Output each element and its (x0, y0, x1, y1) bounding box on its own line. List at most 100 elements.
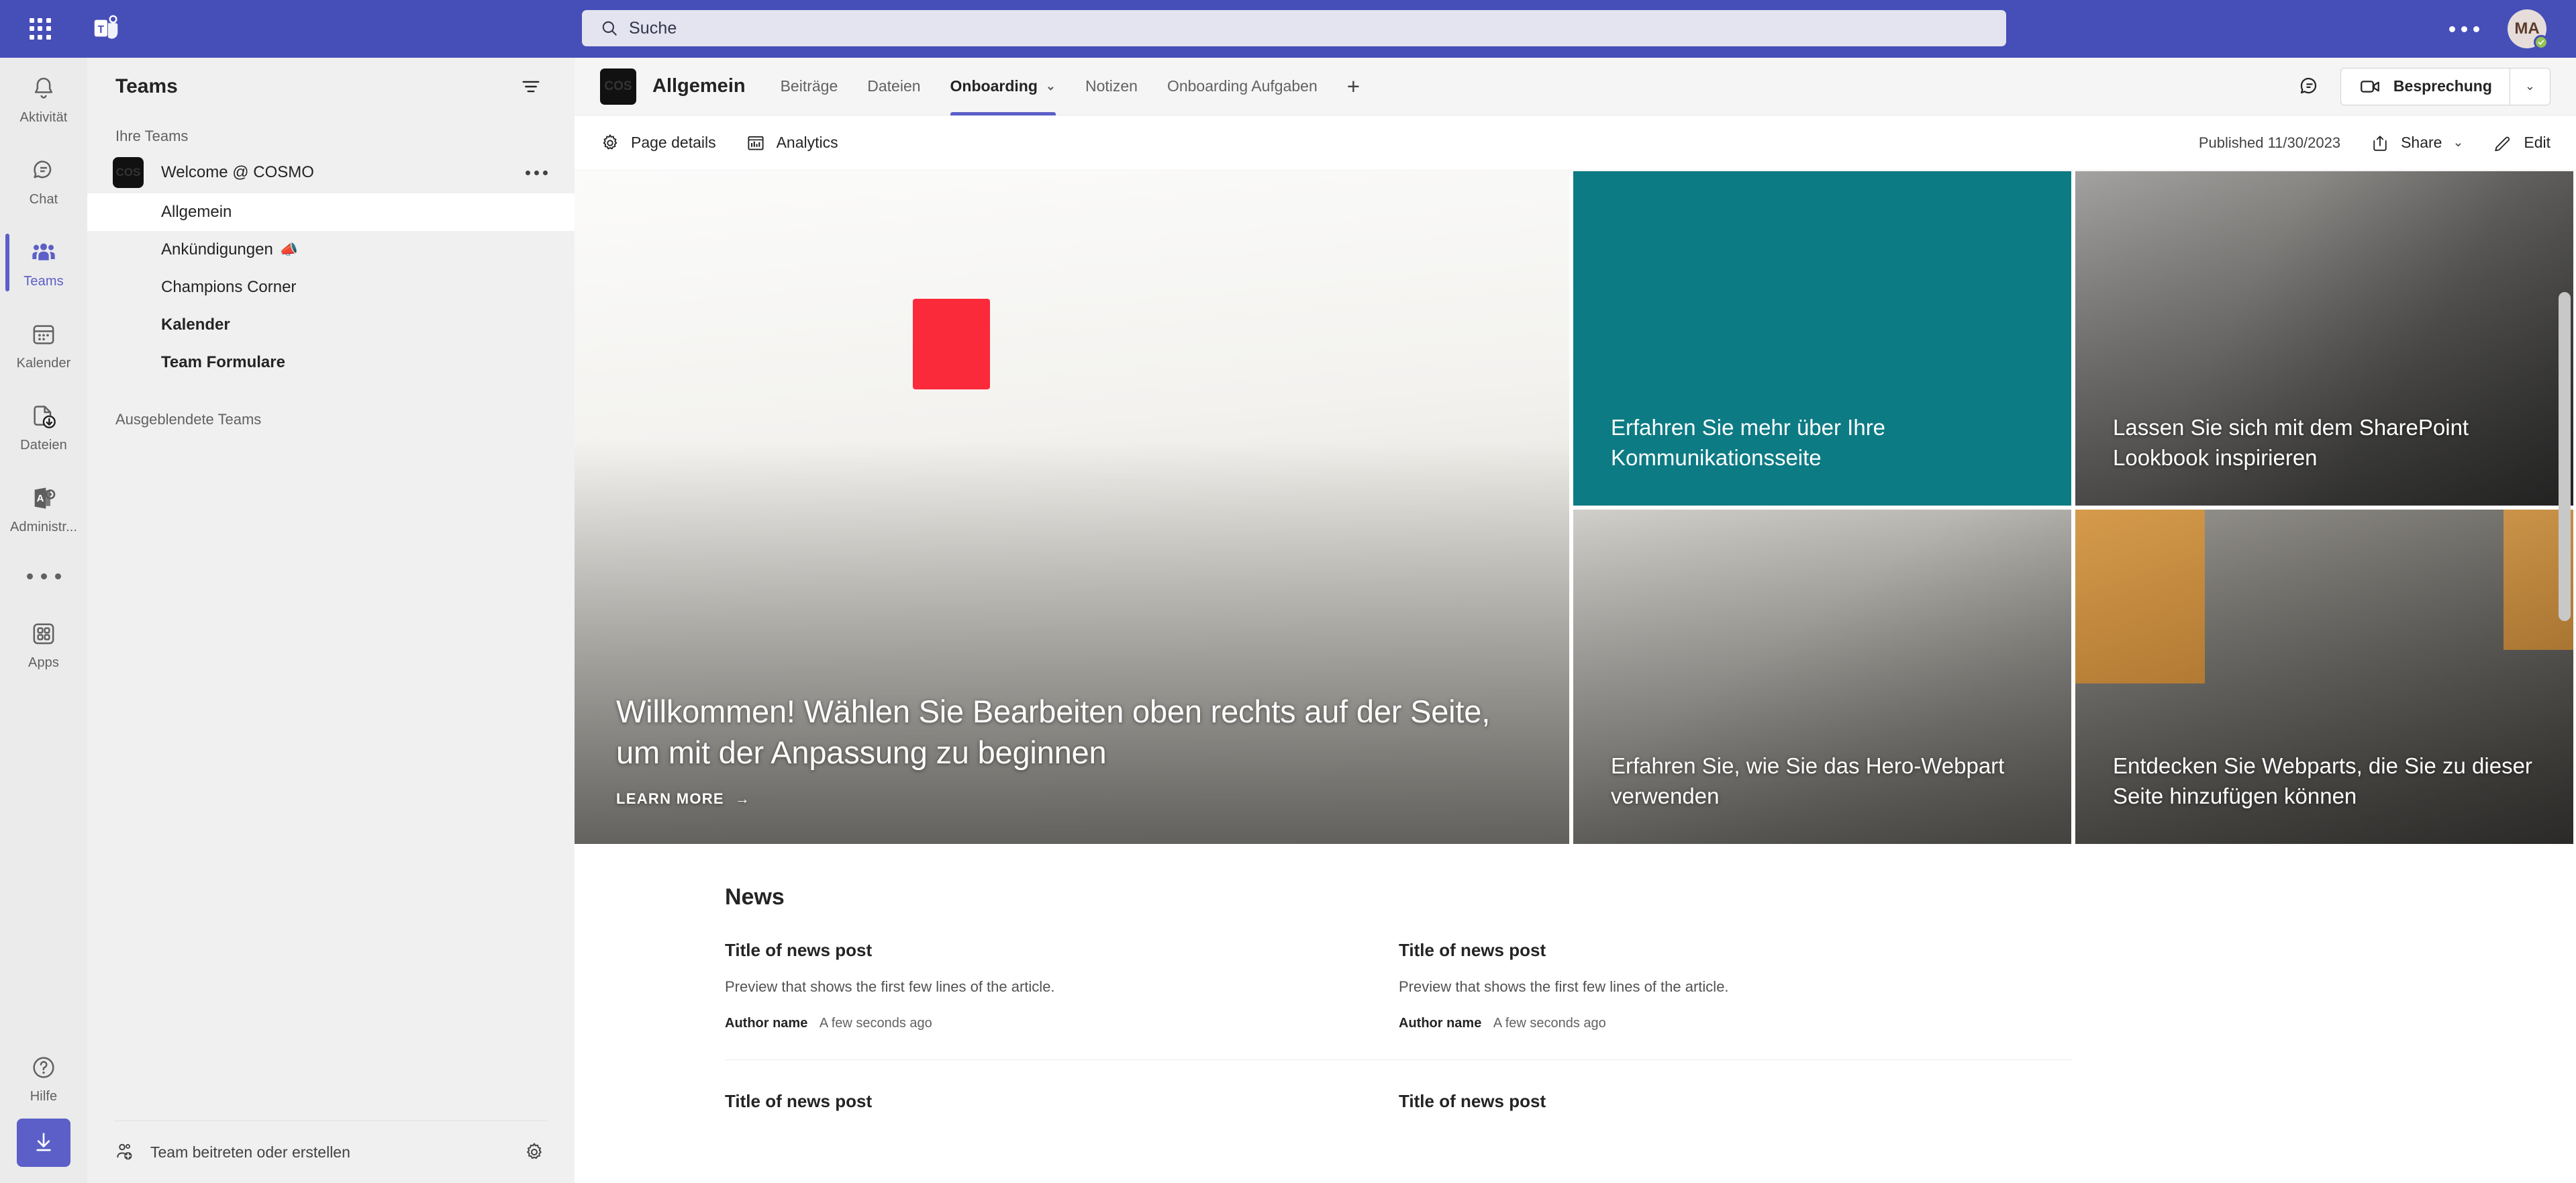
channel-title: Allgemein (652, 75, 746, 97)
download-arrow-icon[interactable] (17, 1119, 70, 1167)
channel-header: COS Allgemein Beiträge Dateien Onboardin… (575, 58, 2576, 115)
command-bar-right: Published 11/30/2023 Share ⌄ Edit (2199, 133, 2550, 153)
sidebar-item-apps[interactable]: Apps (0, 603, 87, 685)
hero-main-text: Willkommen! Wählen Sie Bearbeiten oben r… (575, 691, 1569, 844)
hero-tile-hero-webpart[interactable]: Erfahren Sie, wie Sie das Hero-Webpart v… (1573, 510, 2071, 844)
team-row[interactable]: COS Welcome @ COSMO (87, 152, 575, 193)
page-canvas: Willkommen! Wählen Sie Bearbeiten oben r… (575, 171, 2576, 1183)
more-apps-icon[interactable] (0, 549, 87, 603)
sidebar-channel-ankuendigungen[interactable]: Ankündigungen 📣 (87, 231, 575, 269)
conversation-icon[interactable] (2297, 75, 2322, 99)
bell-icon (28, 73, 60, 105)
meeting-button-chevron-down-icon[interactable]: ⌄ (2510, 68, 2550, 105)
hero-tile-webparts[interactable]: Entdecken Sie Webparts, die Sie zu diese… (2075, 510, 2573, 844)
app-launcher-icon[interactable] (26, 14, 55, 44)
news-grid: Title of news post Preview that shows th… (725, 940, 2576, 1060)
gear-icon[interactable] (524, 1141, 545, 1163)
sidebar-channel-team-formulare[interactable]: Team Formulare (87, 344, 575, 381)
news-timestamp: A few seconds ago (1493, 1016, 1606, 1031)
tab-beitraege[interactable]: Beiträge (766, 58, 853, 115)
analytics-label: Analytics (776, 134, 838, 151)
channel-label: Kalender (161, 316, 230, 334)
search-input[interactable]: Suche (582, 10, 2006, 46)
sidebar-item-chat[interactable]: Chat (0, 140, 87, 222)
tab-bar: Beiträge Dateien Onboarding ⌄ Notizen On… (766, 58, 1375, 115)
news-title: Title of news post (1399, 1091, 1546, 1111)
analytics-chart-icon (748, 136, 764, 150)
meeting-button[interactable]: Besprechung ⌄ (2340, 67, 2550, 105)
tab-label: Onboarding (950, 77, 1038, 95)
gear-icon (603, 134, 617, 149)
teams-logo-icon[interactable]: T (91, 13, 121, 44)
news-title: Title of news post (725, 1091, 873, 1111)
more-options-icon[interactable] (2444, 21, 2485, 38)
hero-tile-text: Entdecken Sie Webparts, die Sie zu diese… (2075, 751, 2573, 844)
channel-label: Allgemein (161, 203, 232, 221)
share-button[interactable]: Share ⌄ (2370, 133, 2463, 153)
sidebar-item-aktivitaet[interactable]: Aktivität (0, 58, 87, 140)
files-download-icon (28, 400, 60, 432)
tab-dateien[interactable]: Dateien (852, 58, 935, 115)
sidebar-item-label: Apps (28, 655, 59, 670)
meeting-button-main[interactable]: Besprechung (2341, 68, 2510, 105)
learn-more-link[interactable]: LEARN MORE → (616, 790, 750, 808)
vertical-scrollbar[interactable] (2559, 292, 2571, 621)
sidebar-channel-allgemein[interactable]: Allgemein (87, 193, 575, 231)
news-heading: News (725, 884, 785, 910)
avatar[interactable]: MA (2508, 9, 2548, 50)
filter-icon[interactable] (519, 75, 542, 98)
channel-label: Ankündigungen (161, 240, 273, 258)
hero-tile-title: Erfahren Sie mehr über Ihre Kommunikatio… (1611, 414, 1886, 471)
sidebar-item-hilfe[interactable]: Hilfe (0, 1037, 87, 1119)
news-title: Title of news post (725, 940, 873, 960)
search-container[interactable]: Suche (582, 10, 2006, 46)
join-or-create-team-button[interactable]: Team beitreten oder erstellen (114, 1141, 350, 1163)
chat-icon (28, 154, 60, 187)
analytics-button[interactable]: Analytics (746, 133, 838, 153)
share-chevron-down-icon[interactable]: ⌄ (2453, 135, 2463, 150)
sidebar-channel-champions-corner[interactable]: Champions Corner (87, 269, 575, 306)
sidebar-item-label: Chat (29, 191, 58, 207)
page-details-button[interactable]: Page details (600, 133, 716, 153)
tab-notizen[interactable]: Notizen (1071, 58, 1152, 115)
sidebar-item-dateien[interactable]: Dateien (0, 385, 87, 467)
apps-grid-icon (28, 618, 60, 650)
sidebar-item-label: Administr... (9, 519, 78, 534)
team-more-options-icon[interactable] (526, 170, 548, 175)
sidebar-item-teams[interactable]: Teams (0, 222, 87, 303)
arrow-right-icon: → (734, 790, 751, 807)
meeting-button-label: Besprechung (2393, 77, 2492, 95)
edit-button[interactable]: Edit (2493, 133, 2550, 153)
channel-label: Team Formulare (161, 353, 285, 371)
join-or-create-team-label: Team beitreten oder erstellen (150, 1143, 350, 1161)
hero-tile-lookbook[interactable]: Lassen Sie sich mit dem SharePoint Lookb… (2075, 171, 2573, 506)
news-preview: Preview that shows the first few lines o… (1399, 978, 1729, 995)
hero-tile-title: Lassen Sie sich mit dem SharePoint Lookb… (2113, 414, 2469, 471)
sidebar-item-kalender[interactable]: Kalender (0, 303, 87, 385)
sidebar-channel-kalender[interactable]: Kalender (87, 306, 575, 344)
hero-tile-kommunikationsseite[interactable]: Erfahren Sie mehr über Ihre Kommunikatio… (1573, 171, 2071, 506)
sidebar-item-label: Dateien (20, 437, 67, 453)
learn-more-label: LEARN MORE (616, 790, 724, 807)
hero-main-tile[interactable]: Willkommen! Wählen Sie Bearbeiten oben r… (575, 171, 1569, 844)
search-icon (602, 21, 617, 36)
news-card[interactable]: Title of news post (1399, 1091, 2073, 1112)
sidebar-item-administration[interactable]: A Administr... (0, 467, 87, 549)
news-card[interactable]: Title of news post Preview that shows th… (725, 940, 1399, 1060)
tab-onboarding-aufgaben[interactable]: Onboarding Aufgaben (1152, 58, 1332, 115)
news-card[interactable]: Title of news post (725, 1091, 1399, 1112)
hero-tile-title: Entdecken Sie Webparts, die Sie zu diese… (2113, 753, 2532, 809)
channel-header-actions: Besprechung ⌄ (2297, 67, 2576, 105)
team-avatar: COS (113, 157, 144, 188)
sidebar-item-label: Hilfe (30, 1088, 58, 1104)
sidebar-header: Teams (87, 58, 575, 115)
add-tab-button[interactable]: + (1332, 75, 1375, 97)
chevron-down-icon[interactable]: ⌄ (1046, 79, 1056, 93)
sidebar-footer: Team beitreten oder erstellen (87, 1121, 575, 1183)
news-card[interactable]: Title of news post Preview that shows th… (1399, 940, 2073, 1060)
tab-onboarding[interactable]: Onboarding ⌄ (936, 58, 1071, 115)
sidebar-section-label: Ihre Teams (115, 128, 189, 144)
news-preview: Preview that shows the first few lines o… (725, 978, 1055, 995)
hidden-teams-label[interactable]: Ausgeblendete Teams (87, 381, 575, 428)
